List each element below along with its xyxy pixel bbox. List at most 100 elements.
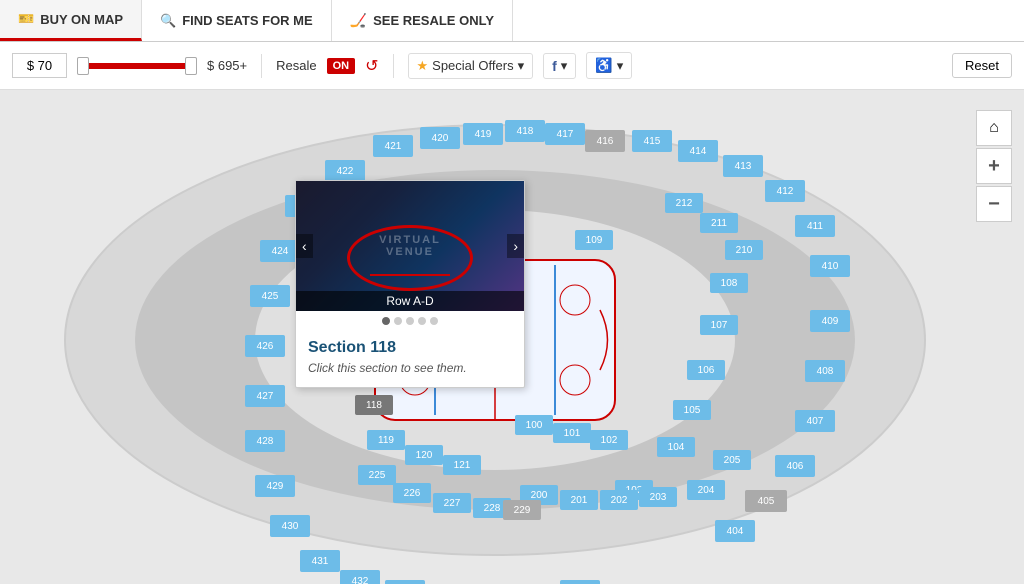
- section-s420[interactable]: 420: [420, 127, 460, 149]
- special-offers-button[interactable]: ★ Special Offers ▾: [408, 53, 534, 79]
- dot-4[interactable]: [418, 317, 426, 325]
- section-s415[interactable]: 415: [632, 130, 672, 152]
- section-s203[interactable]: 203: [639, 487, 677, 507]
- section-s225[interactable]: 225: [358, 465, 396, 485]
- section-s211[interactable]: 211: [700, 213, 738, 233]
- carousel-next-button[interactable]: ›: [507, 234, 524, 258]
- price-min-input[interactable]: [12, 53, 67, 78]
- filter-bar: $ 695+ Resale ON ↺ ★ Special Offers ▾ f …: [0, 42, 1024, 90]
- watermark-text: VIRTUAL VENUE: [353, 234, 467, 258]
- section-s118[interactable]: 118: [355, 395, 393, 415]
- section-s102[interactable]: 102: [590, 430, 628, 450]
- chevron-down-icon: ▾: [518, 58, 525, 74]
- section-s229[interactable]: 229: [503, 500, 541, 520]
- section-s226[interactable]: 226: [393, 483, 431, 503]
- section-s202[interactable]: 202: [600, 490, 638, 510]
- section-s419[interactable]: 419: [463, 123, 503, 145]
- section-s407[interactable]: 407: [795, 410, 835, 432]
- carousel-prev-button[interactable]: ‹: [296, 234, 313, 258]
- section-s120[interactable]: 120: [405, 445, 443, 465]
- nhl-icon: 🏒: [350, 12, 367, 29]
- accessible-icon: ♿: [595, 57, 612, 74]
- section-s404[interactable]: 404: [715, 520, 755, 542]
- facebook-filter-button[interactable]: f ▾: [543, 53, 576, 79]
- row-label: Row A-D: [296, 291, 524, 311]
- section-s104[interactable]: 104: [657, 437, 695, 457]
- seating-map: 416 415 414413412 411 410 409 408 407 406 405 404 4…: [0, 90, 1024, 584]
- section-s405[interactable]: 405: [745, 490, 787, 512]
- dot-2[interactable]: [394, 317, 402, 325]
- zoom-out-button[interactable]: −: [976, 186, 1012, 222]
- section-s413[interactable]: 413: [723, 155, 763, 177]
- accessible-filter-button[interactable]: ♿ ▾: [586, 52, 632, 79]
- tooltip-image: VIRTUAL VENUE ‹ › Row A-D: [296, 181, 524, 311]
- home-button[interactable]: ⌂: [976, 110, 1012, 146]
- tooltip-body: Section 118 Click this section to see th…: [296, 331, 524, 387]
- section-s427[interactable]: 427: [245, 385, 285, 407]
- section-s201[interactable]: 201: [560, 490, 598, 510]
- resale-label: Resale: [276, 58, 316, 73]
- section-s416[interactable]: 416: [585, 130, 625, 152]
- section-s431[interactable]: 431: [300, 550, 340, 572]
- price-range-slider[interactable]: [77, 63, 197, 69]
- zoom-in-button[interactable]: +: [976, 148, 1012, 184]
- section-s426[interactable]: 426: [245, 335, 285, 357]
- reset-button[interactable]: Reset: [952, 53, 1012, 78]
- section-s408[interactable]: 408: [805, 360, 845, 382]
- section-s105[interactable]: 105: [673, 400, 711, 420]
- star-icon: ★: [417, 58, 429, 74]
- chevron-down-icon-fb: ▾: [561, 58, 568, 74]
- dot-5[interactable]: [430, 317, 438, 325]
- section-s421[interactable]: 421: [373, 135, 413, 157]
- range-thumb-right[interactable]: [185, 57, 197, 75]
- resale-only-label: SEE RESALE ONLY: [373, 13, 494, 28]
- section-s422[interactable]: 422: [325, 160, 365, 182]
- section-s406[interactable]: 406: [775, 455, 815, 477]
- section-s418[interactable]: 418: [505, 120, 545, 142]
- section-s101[interactable]: 101: [553, 423, 591, 443]
- section-s119[interactable]: 119: [367, 430, 405, 450]
- section-s204[interactable]: 204: [687, 480, 725, 500]
- range-thumb-left[interactable]: [77, 57, 89, 75]
- section-s121[interactable]: 121: [443, 455, 481, 475]
- section-s227[interactable]: 227: [433, 493, 471, 513]
- section-s212[interactable]: 212: [665, 193, 703, 213]
- divider-2: [393, 54, 394, 78]
- resale-only-tab[interactable]: 🏒 SEE RESALE ONLY: [332, 0, 513, 41]
- section-s205[interactable]: 205: [713, 450, 751, 470]
- section-s106[interactable]: 106: [687, 360, 725, 380]
- dot-3[interactable]: [406, 317, 414, 325]
- section-s433[interactable]: 433: [385, 580, 425, 584]
- section-s107[interactable]: 107: [700, 315, 738, 335]
- resale-on-badge[interactable]: ON: [327, 58, 356, 74]
- dot-1[interactable]: [382, 317, 390, 325]
- section-s425[interactable]: 425: [250, 285, 290, 307]
- section-s108[interactable]: 108: [710, 273, 748, 293]
- refresh-icon[interactable]: ↺: [365, 56, 378, 76]
- section-s424[interactable]: 424: [260, 240, 300, 262]
- section-s410[interactable]: 410: [810, 255, 850, 277]
- section-s411[interactable]: 411: [795, 215, 835, 237]
- section-s428[interactable]: 428: [245, 430, 285, 452]
- divider-1: [261, 54, 262, 78]
- section-s412[interactable]: 412: [765, 180, 805, 202]
- section-s429[interactable]: 429: [255, 475, 295, 497]
- find-seats-tab[interactable]: 🔍 FIND SEATS FOR ME: [142, 0, 332, 41]
- buy-on-map-tab[interactable]: 🎫 BUY ON MAP: [0, 0, 142, 41]
- section-s409[interactable]: 409: [810, 310, 850, 332]
- section-s403[interactable]: 403: [560, 580, 600, 584]
- zoom-controls: ⌂ + −: [976, 110, 1012, 222]
- ticket-icon: 🎫: [18, 11, 34, 27]
- section-s414[interactable]: 414: [678, 140, 718, 162]
- chevron-down-icon-acc: ▾: [617, 58, 624, 74]
- section-s210[interactable]: 210: [725, 240, 763, 260]
- section-s100[interactable]: 100: [515, 415, 553, 435]
- section-number: Section 118: [308, 339, 512, 357]
- special-offers-label: Special Offers: [432, 58, 513, 73]
- section-s417[interactable]: 417: [545, 123, 585, 145]
- section-s432[interactable]: 432: [340, 570, 380, 584]
- search-icon: 🔍: [160, 13, 176, 29]
- top-navigation: 🎫 BUY ON MAP 🔍 FIND SEATS FOR ME 🏒 SEE R…: [0, 0, 1024, 42]
- section-s430[interactable]: 430: [270, 515, 310, 537]
- section-s109[interactable]: 109: [575, 230, 613, 250]
